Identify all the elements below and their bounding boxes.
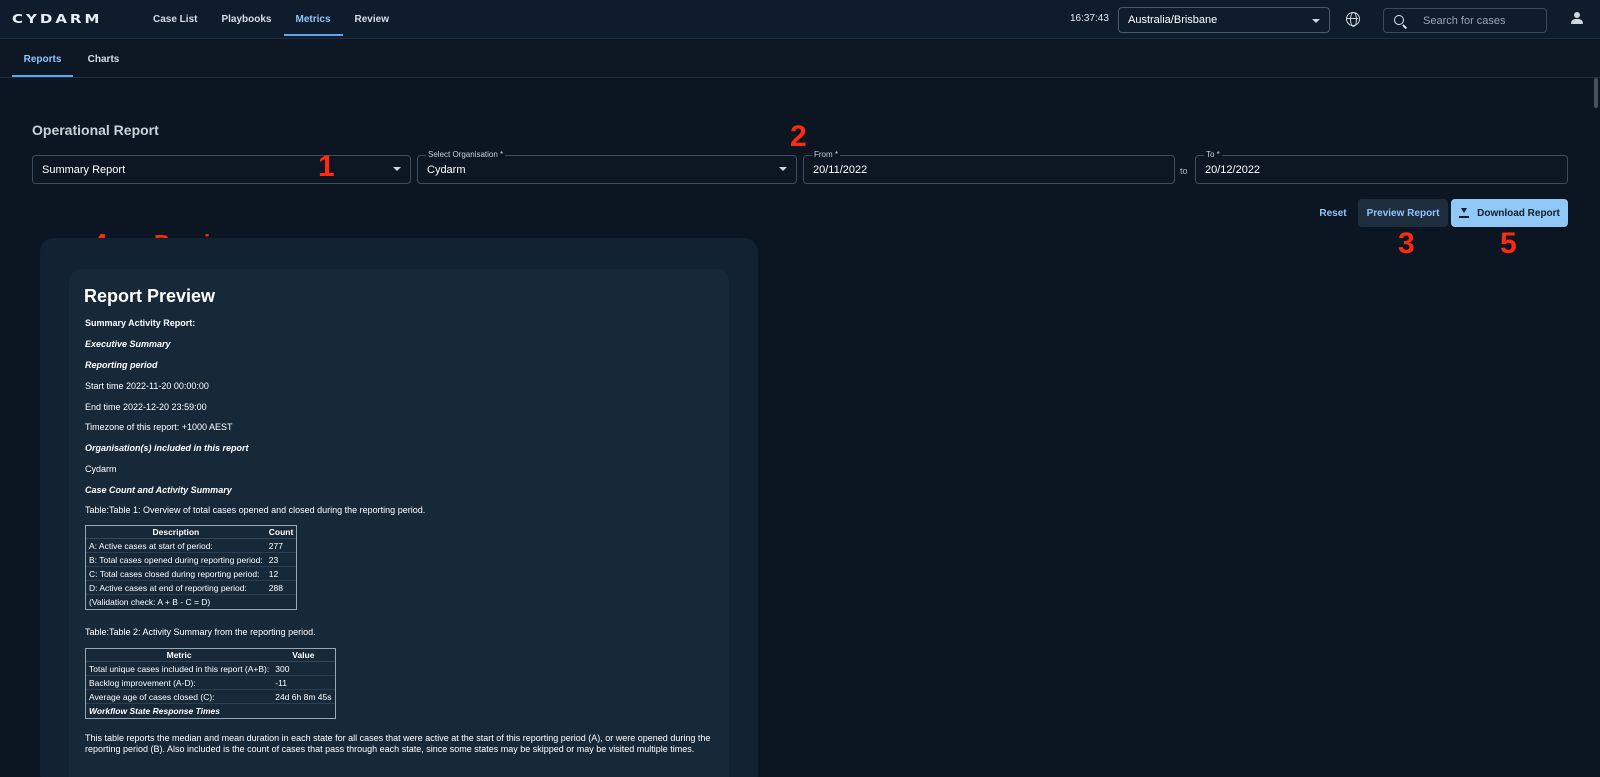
report-timezone: Timezone of this report: +1000 AEST: [85, 422, 233, 432]
organisation-value: Cydarm: [427, 164, 466, 176]
table-header: Value: [272, 649, 335, 662]
search-box[interactable]: [1383, 8, 1547, 33]
nav-playbooks[interactable]: Playbooks: [209, 0, 283, 39]
table-cell: Backlog improvement (A-D):: [86, 676, 273, 690]
chevron-down-icon: [393, 167, 401, 171]
report-preview-heading: Report Preview: [84, 286, 216, 306]
organisation-select[interactable]: Select Organisation * Cydarm: [417, 150, 797, 184]
table-row: Backlog improvement (A-D): -11: [86, 676, 335, 690]
reset-button[interactable]: Reset: [1310, 199, 1356, 227]
table2-caption: Table:Table 2: Activity Summary from the…: [85, 627, 316, 637]
table-cell: Total unique cases included in this repo…: [86, 662, 273, 676]
timezone-value: Australia/Brisbane: [1128, 14, 1218, 26]
start-time: Start time 2022-11-20 00:00:00: [85, 381, 209, 391]
date-range-separator: to: [1180, 166, 1188, 176]
table-cell: D: Active cases at end of reporting peri…: [86, 581, 266, 595]
table-cell: B: Total cases opened during reporting p…: [86, 553, 266, 567]
table-header: Metric: [86, 649, 273, 662]
table-cell: 300: [272, 662, 335, 676]
annotation-5: 5: [1500, 227, 1517, 260]
table-row: C: Total cases closed during reporting p…: [86, 567, 297, 581]
organisation-name: Cydarm: [85, 464, 117, 474]
nav-metrics[interactable]: Metrics: [283, 0, 343, 39]
report-title: Summary Activity Report:: [85, 318, 196, 328]
nav-review[interactable]: Review: [343, 0, 401, 39]
table-footer-cell: Workflow State Response Times: [89, 706, 220, 716]
tab-reports[interactable]: Reports: [12, 40, 73, 78]
clock: 16:37:43: [1070, 13, 1109, 24]
from-label: From *: [812, 150, 840, 159]
table1-caption: Table:Table 1: Overview of total cases o…: [85, 505, 426, 515]
table-row: D: Active cases at end of reporting peri…: [86, 581, 297, 595]
table-row: A: Active cases at start of period: 277: [86, 539, 297, 553]
table-cell: 277: [265, 539, 297, 553]
table-cell: 24d 6h 8m 45s: [272, 690, 335, 704]
download-report-button[interactable]: Download Report: [1451, 199, 1568, 227]
table-cell: -11: [272, 676, 335, 690]
table-header-row: Metric Value: [86, 649, 335, 662]
sub-tabs: Reports Charts: [0, 40, 1600, 78]
annotation-3: 3: [1398, 227, 1415, 260]
tab-charts[interactable]: Charts: [81, 40, 126, 78]
cydarm-logo[interactable]: CYDARM: [12, 11, 102, 27]
table-cell: Average age of cases closed (C):: [86, 690, 273, 704]
table-header: Description: [86, 526, 266, 539]
to-date-field[interactable]: To * 20/12/2022: [1195, 150, 1568, 184]
user-icon[interactable]: [1571, 12, 1583, 25]
annotation-1: 1: [318, 150, 335, 183]
table-header-row: Description Count: [86, 526, 297, 539]
to-label: To *: [1204, 150, 1222, 159]
nav-case-list[interactable]: Case List: [141, 0, 209, 39]
chevron-down-icon: [1312, 19, 1320, 23]
search-icon: [1394, 15, 1404, 25]
annotation-2: 2: [790, 120, 807, 153]
timezone-select[interactable]: Australia/Brisbane: [1118, 7, 1330, 33]
end-time: End time 2022-12-20 23:59:00: [85, 402, 207, 412]
response-times-description: This table reports the median and mean d…: [85, 733, 711, 754]
chevron-down-icon: [779, 167, 787, 171]
download-icon: [1459, 208, 1470, 218]
organisation-label: Select Organisation *: [426, 150, 506, 159]
top-bar: CYDARM Case List Playbooks Metrics Revie…: [0, 0, 1600, 39]
table-cell: 23: [265, 553, 297, 567]
globe-icon[interactable]: [1346, 12, 1360, 27]
table-row: Average age of cases closed (C): 24d 6h …: [86, 690, 335, 704]
table-cell: [266, 595, 297, 609]
search-input[interactable]: [1423, 14, 1538, 28]
from-value: 20/11/2022: [813, 164, 868, 176]
table-row: Total unique cases included in this repo…: [86, 662, 335, 676]
table-cell: (Validation check: A + B - C = D): [89, 597, 211, 607]
table-cell: C: Total cases closed during reporting p…: [86, 567, 266, 581]
to-value: 20/12/2022: [1205, 164, 1261, 176]
main-nav: Case List Playbooks Metrics Review: [141, 0, 401, 39]
case-count-table: Description Count A: Active cases at sta…: [85, 525, 298, 610]
table-row: B: Total cases opened during reporting p…: [86, 553, 297, 567]
table-cell: 288: [265, 581, 297, 595]
page-title: Operational Report: [32, 122, 159, 138]
table-row: (Validation check: A + B - C = D): [86, 595, 296, 609]
case-count-heading: Case Count and Activity Summary: [85, 485, 232, 495]
activity-summary-table: Metric Value Total unique cases included…: [85, 648, 336, 719]
download-report-label: Download Report: [1477, 207, 1560, 219]
scrollbar-thumb[interactable]: [1594, 78, 1598, 108]
report-type-value: Summary Report: [42, 164, 126, 176]
from-date-field[interactable]: From * 20/11/2022: [803, 150, 1175, 184]
executive-summary-heading: Executive Summary: [85, 339, 171, 349]
reporting-period-heading: Reporting period: [85, 360, 158, 370]
table-header: Count: [265, 526, 297, 539]
report-type-select[interactable]: Summary Report: [32, 155, 411, 184]
organisations-heading: Organisation(s) included in this report: [85, 443, 249, 453]
table-cell: 12: [265, 567, 297, 581]
table-row: Workflow State Response Times: [86, 704, 335, 718]
table-cell: A: Active cases at start of period:: [86, 539, 266, 553]
preview-report-button[interactable]: Preview Report: [1358, 199, 1448, 227]
